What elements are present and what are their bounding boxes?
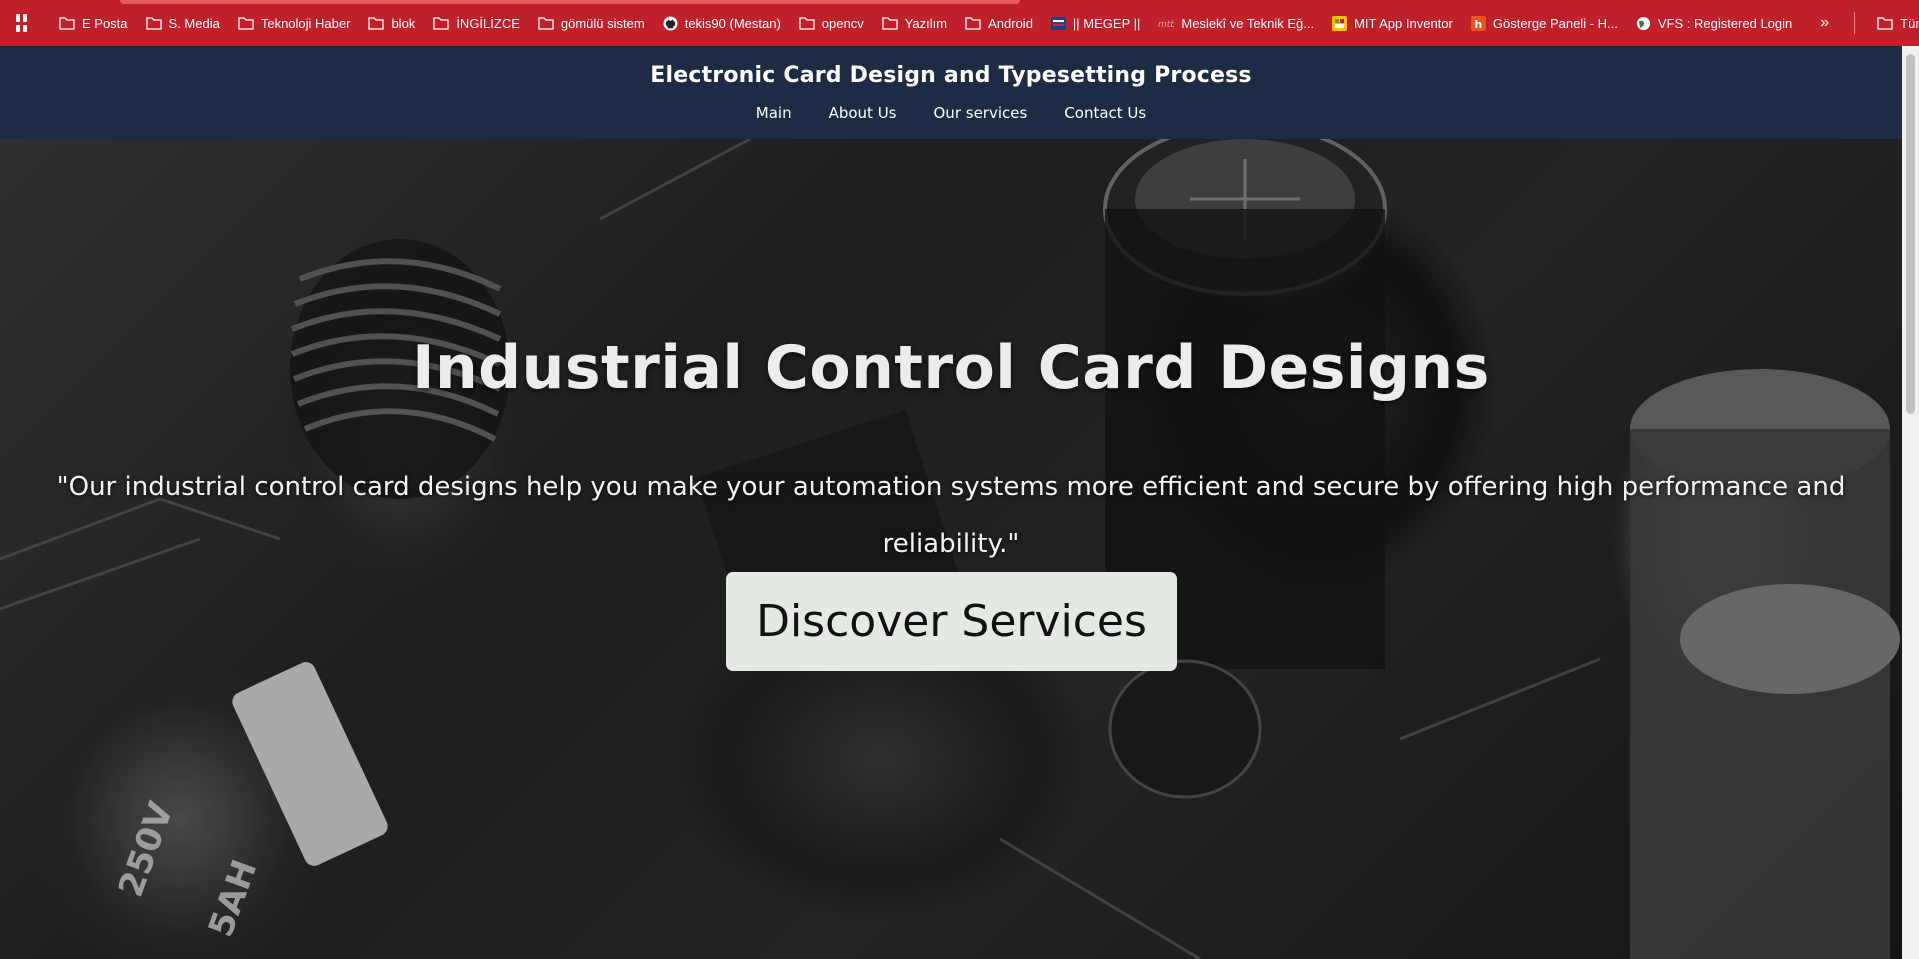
bookmark-label: Gösterge Paneli - H... — [1492, 15, 1618, 31]
bookmark-label: İNGİLİZCE — [456, 15, 520, 31]
folder-icon — [145, 16, 162, 30]
github-icon — [663, 15, 678, 31]
bookmark-label: E Posta — [82, 15, 128, 31]
nav-main[interactable]: Main — [756, 104, 792, 122]
hostinger-icon: h — [1470, 15, 1486, 31]
svg-text:h: h — [1474, 18, 1482, 31]
all-bookmarks-folder[interactable]: Tüm Yer İşaretleri — [1877, 9, 1919, 37]
bookmark-label: Meslekî ve Teknik Eğ... — [1181, 15, 1315, 31]
hero-quote: "Our industrial control card designs hel… — [56, 472, 1846, 559]
megep-icon — [1050, 16, 1066, 30]
bookmark-label: blok — [391, 15, 416, 31]
folder-icon — [368, 16, 385, 30]
bookmark-label: Yazılım — [904, 15, 948, 31]
folder-icon — [59, 16, 75, 30]
bookmark-label: VFS : Registered Login — [1657, 15, 1793, 31]
folder-icon — [965, 16, 981, 30]
scrollbar-thumb[interactable] — [1906, 54, 1915, 414]
bookmark-label: Teknoloji Haber — [260, 15, 351, 31]
bookmark-item[interactable]: gömülü sistem — [538, 9, 645, 37]
bookmarks-list: E Posta S. Media Teknoloji Haber blok İNGİLİ… — [59, 9, 1810, 37]
tab-strip-edge — [120, 0, 1020, 4]
globe-icon — [1636, 16, 1651, 31]
site-nav: Main About Us Our services Contact Us — [0, 104, 1902, 122]
svg-text:mtb: mtb — [1158, 20, 1174, 28]
bookmark-item[interactable]: Android — [965, 9, 1033, 37]
folder-icon — [238, 16, 254, 30]
folder-icon — [538, 16, 554, 30]
site-title: Electronic Card Design and Typesetting P… — [650, 63, 1252, 88]
bookmark-item[interactable]: h Gösterge Paneli - H... — [1470, 9, 1618, 37]
bookmark-item[interactable]: S. Media — [145, 9, 220, 37]
nav-about-us[interactable]: About Us — [829, 104, 897, 122]
page-scrollbar[interactable] — [1902, 46, 1919, 959]
bookmark-item[interactable]: mtb Meslekî ve Teknik Eğ... — [1158, 9, 1314, 37]
nav-our-services[interactable]: Our services — [934, 104, 1028, 122]
bookmark-label: gömülü sistem — [560, 15, 645, 31]
bookmark-item[interactable]: E Posta — [59, 9, 128, 37]
discover-services-button[interactable]: Discover Services — [726, 572, 1177, 671]
bookmark-item[interactable]: tekis90 (Mestan) — [663, 9, 781, 37]
all-bookmarks-label: Tüm Yer İşaretleri — [1900, 15, 1919, 31]
bookmark-item[interactable]: Teknoloji Haber — [238, 9, 351, 37]
bookmark-item[interactable]: || MEGEP || — [1050, 9, 1141, 37]
meb-icon: mtb — [1158, 18, 1174, 28]
bookmark-label: S. Media — [168, 15, 220, 31]
bookmark-item[interactable]: MIT App Inventor — [1332, 9, 1453, 37]
folder-icon — [433, 16, 449, 30]
bookmark-label: || MEGEP || — [1072, 15, 1141, 31]
hero-title: Industrial Control Card Designs — [412, 333, 1490, 403]
site-header: Electronic Card Design and Typesetting P… — [0, 46, 1902, 139]
bookmarks-separator — [1854, 12, 1856, 34]
folder-icon — [1877, 17, 1893, 30]
bookmark-label: Android — [988, 15, 1033, 31]
bookmarks-bar: E Posta S. Media Teknoloji Haber blok İNGİLİ… — [0, 0, 1919, 46]
folder-icon — [882, 16, 898, 30]
bookmark-label: tekis90 (Mestan) — [684, 15, 781, 31]
bookmark-item[interactable]: blok — [368, 9, 415, 37]
more-bookmarks-chevron-icon[interactable]: » — [1820, 14, 1829, 32]
nav-contact-us[interactable]: Contact Us — [1064, 104, 1146, 122]
bookmark-item[interactable]: Yazılım — [882, 9, 947, 37]
mit-app-inventor-icon — [1332, 15, 1348, 31]
folder-icon — [799, 16, 815, 30]
bookmark-item[interactable]: İNGİLİZCE — [433, 9, 520, 37]
bookmark-label: opencv — [821, 15, 864, 31]
bookmark-item[interactable]: opencv — [799, 9, 864, 37]
bookmark-item[interactable]: VFS : Registered Login — [1636, 9, 1792, 37]
bookmark-label: MIT App Inventor — [1354, 15, 1453, 31]
apps-grid-icon[interactable] — [16, 14, 27, 32]
hero-section: 250V 5AH Industrial Control Card Designs… — [0, 139, 1902, 959]
